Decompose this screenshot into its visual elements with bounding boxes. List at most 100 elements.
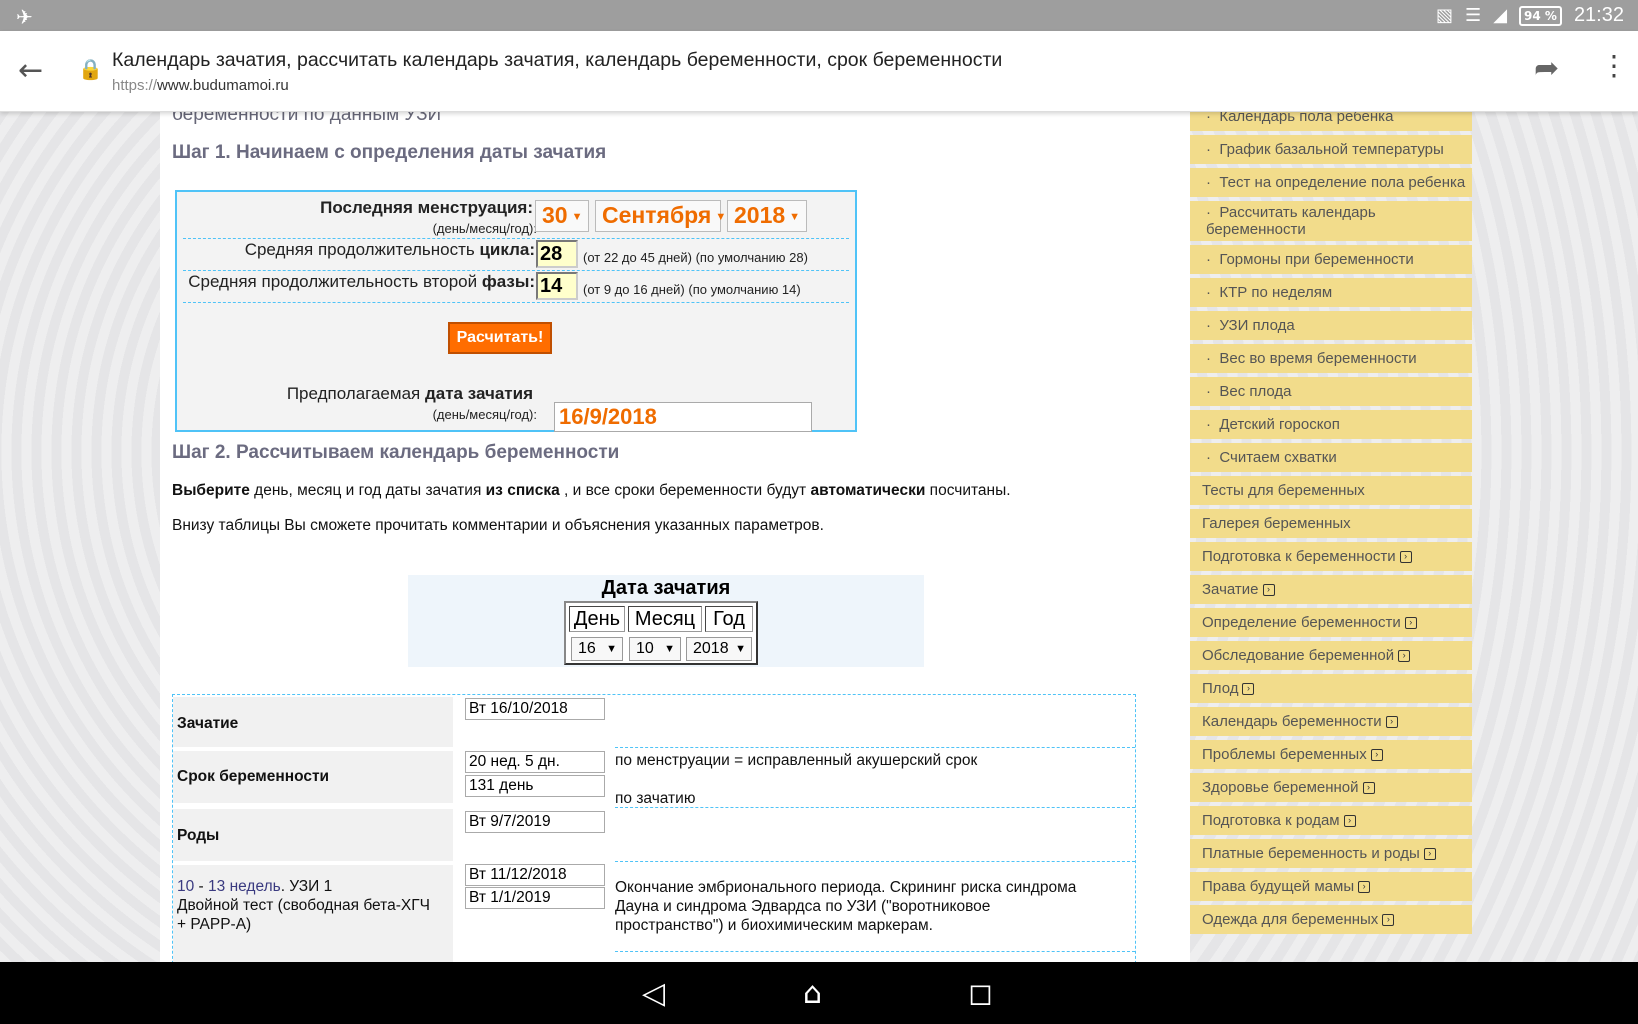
instruction-bold-3: автоматически	[810, 482, 926, 499]
row-divider	[183, 238, 849, 239]
sidebar-item-label: УЗИ плода	[1219, 317, 1295, 334]
date-picker-table: День Месяц Год 16 ▼ 10 ▼ 2018 ▼	[564, 601, 758, 665]
sidebar-item-label: Календарь пола ребенка	[1219, 112, 1394, 125]
cycle-label-text: Средняя продолжительность	[244, 240, 480, 259]
term-weeks-value: 20 нед. 5 дн.	[465, 751, 605, 773]
week-13-link[interactable]: 13 недель	[208, 878, 281, 895]
ultrasound1-start-value: Вт 11/12/2018	[465, 864, 605, 886]
overflow-menu-icon[interactable]: ⋮	[1600, 51, 1628, 81]
sidebar-item[interactable]: · Календарь пола ребенка	[1190, 112, 1472, 131]
ultrasound1-label: . УЗИ 1	[280, 878, 333, 895]
expand-icon[interactable]: ›	[1398, 650, 1411, 663]
day-select[interactable]: 30 ▼	[535, 200, 589, 232]
signal-icon: ◢	[1493, 5, 1508, 26]
ultrasound1-note-line3: пространство") и биохимическим маркерам.	[615, 917, 933, 934]
sidebar-item[interactable]: · Вес во время беременности	[1190, 344, 1472, 373]
birth-label: Роды	[177, 827, 220, 844]
day-value: 30	[542, 202, 568, 228]
sidebar-item[interactable]: Здоровье беременной ›	[1190, 773, 1472, 802]
ultrasound1-note: Окончание эмбрионального периода. Скрини…	[615, 878, 1076, 935]
bullet-icon: ·	[1206, 204, 1220, 221]
conception-date-picker: Дата зачатия День Месяц Год 16 ▼ 10 ▼ 2018…	[408, 575, 924, 667]
last-period-label: Последняя менструация:	[320, 198, 533, 217]
col-month-header: Месяц	[628, 606, 702, 632]
year-select[interactable]: 2018 ▼	[727, 200, 807, 232]
month-select[interactable]: Сентября ▼	[595, 200, 726, 232]
dropdown-arrow-icon: ▼	[735, 643, 746, 655]
sidebar-item-label: Тесты для беременных	[1202, 482, 1365, 499]
sidebar-item[interactable]: Обследование беременной ›	[1190, 641, 1472, 670]
nav-back-icon[interactable]: ◁	[642, 976, 665, 1011]
bullet-icon: ·	[1206, 350, 1220, 367]
term-note-conception: по зачатию	[615, 790, 696, 807]
sidebar-item[interactable]: Подготовка к родам ›	[1190, 806, 1472, 835]
sidebar-item[interactable]: Галерея беременных	[1190, 509, 1472, 538]
expand-icon[interactable]: ›	[1382, 914, 1395, 927]
term-note-menstruation: по менструации = исправленный акушерский…	[615, 752, 978, 769]
ultrasound1-note-line2: Дауна и синдрома Эдвардса по УЗИ ("ворот…	[615, 898, 991, 915]
expand-icon[interactable]: ›	[1399, 551, 1412, 564]
calculate-button[interactable]: Расчитать!	[448, 322, 552, 354]
expand-icon[interactable]: ›	[1362, 782, 1375, 795]
row-divider	[615, 951, 1135, 952]
sidebar-item[interactable]: Проблемы беременных ›	[1190, 740, 1472, 769]
week-10-link[interactable]: 10	[177, 878, 194, 895]
sidebar-item[interactable]: Тесты для беременных	[1190, 476, 1472, 505]
clock: 21:32	[1573, 4, 1624, 26]
sidebar-item[interactable]: Одежда для беременных ›	[1190, 905, 1472, 934]
row-divider	[183, 270, 849, 271]
url-text[interactable]: https://www.budumamoi.ru	[112, 77, 289, 94]
dropdown-arrow-icon: ▼	[606, 643, 617, 655]
expand-icon[interactable]: ›	[1343, 815, 1356, 828]
cycle-input[interactable]: 28	[536, 240, 578, 268]
sidebar-item[interactable]: Подготовка к беременности ›	[1190, 542, 1472, 571]
dropdown-arrow-icon: ▼	[664, 643, 675, 655]
conception-day-select[interactable]: 16 ▼	[571, 637, 623, 661]
sidebar-item[interactable]: · Считаем схватки	[1190, 443, 1472, 472]
sidebar-item-label: Тест на определение пола ребенка	[1219, 174, 1466, 191]
instruction-bold-1: Выберите	[172, 482, 250, 499]
conception-year-select[interactable]: 2018 ▼	[686, 637, 752, 661]
sidebar-item[interactable]: · Гормоны при беременности	[1190, 245, 1472, 274]
sidebar-item[interactable]: · Вес плода	[1190, 377, 1472, 406]
vibrate-icon: ▧	[1436, 5, 1454, 26]
sidebar-item[interactable]: Платные беременность и роды ›	[1190, 839, 1472, 868]
sidebar-item[interactable]: · Рассчитать календарь беременности	[1190, 201, 1472, 241]
expand-icon[interactable]: ›	[1242, 683, 1255, 696]
lock-icon[interactable]: 🔒	[78, 57, 103, 81]
sidebar-item[interactable]: Календарь беременности ›	[1190, 707, 1472, 736]
share-icon[interactable]: ➦	[1534, 51, 1559, 86]
expand-icon[interactable]: ›	[1370, 749, 1383, 762]
last-period-hint: (день/месяц/год):	[432, 221, 537, 236]
expand-icon[interactable]: ›	[1423, 848, 1436, 861]
expand-icon[interactable]: ›	[1262, 584, 1275, 597]
sidebar-item[interactable]: Плод ›	[1190, 674, 1472, 703]
sidebar-item[interactable]: · Детский гороскоп	[1190, 410, 1472, 439]
bullet-icon: ·	[1206, 416, 1220, 433]
sidebar-item[interactable]: Определение беременности ›	[1190, 608, 1472, 637]
expand-icon[interactable]: ›	[1358, 881, 1371, 894]
sidebar-item[interactable]: · Тест на определение пола ребенка	[1190, 168, 1472, 197]
term-label: Срок беременности	[177, 768, 330, 785]
sidebar-item-label: График базальной температуры	[1219, 141, 1444, 158]
sidebar-item[interactable]: Права будущей мамы ›	[1190, 872, 1472, 901]
url-protocol: https://	[112, 77, 158, 94]
back-arrow-icon[interactable]: ←	[18, 53, 43, 88]
sidebar-item[interactable]: · КТР по неделям	[1190, 278, 1472, 307]
row-divider	[615, 861, 1135, 862]
expand-icon[interactable]: ›	[1404, 617, 1417, 630]
phase-input[interactable]: 14	[536, 272, 578, 300]
sidebar-item-label: Обследование беременной	[1202, 647, 1395, 664]
sidebar-item-label: Определение беременности	[1202, 614, 1401, 631]
nav-recents-icon[interactable]: ◻	[968, 976, 993, 1011]
nav-home-icon[interactable]: ⌂	[803, 976, 822, 1011]
phase-label-bold: фазы:	[481, 272, 535, 291]
sidebar-item[interactable]: Зачатие ›	[1190, 575, 1472, 604]
sidebar-item[interactable]: · УЗИ плода	[1190, 311, 1472, 340]
sidebar-item[interactable]: · График базальной температуры	[1190, 135, 1472, 164]
page-title[interactable]: Календарь зачатия, рассчитать календарь …	[112, 49, 1002, 72]
conception-month-select[interactable]: 10 ▼	[629, 637, 681, 661]
term-row-label: Срок беременности	[173, 751, 453, 803]
expand-icon[interactable]: ›	[1385, 716, 1398, 729]
sidebar-menu: · Календарь пола ребенка · График базальн…	[1190, 112, 1472, 938]
